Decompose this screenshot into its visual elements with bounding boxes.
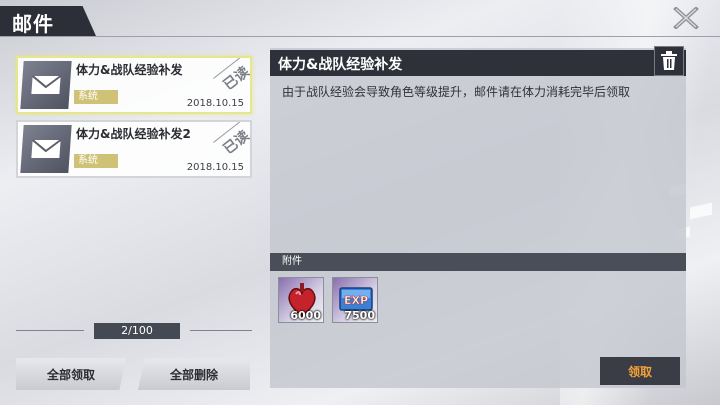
pager-divider-right bbox=[190, 330, 252, 331]
attachments-header: 附件 bbox=[270, 253, 686, 271]
attachment-count: 6000 bbox=[290, 309, 321, 322]
detail-title: 体力&战队经验补发 bbox=[278, 57, 403, 73]
delete-mail-button[interactable] bbox=[654, 46, 684, 76]
detail-title-bar: 体力&战队经验补发 bbox=[270, 50, 686, 76]
claim-button[interactable]: 领取 bbox=[600, 357, 680, 385]
svg-text:EXP: EXP bbox=[344, 294, 368, 307]
envelope-icon bbox=[20, 61, 72, 109]
mail-date: 2018.10.15 bbox=[186, 162, 244, 173]
close-x-icon bbox=[673, 7, 699, 29]
mail-body-text: 由于战队经验会导致角色等级提升，邮件请在体力消耗完毕后领取 bbox=[282, 85, 631, 99]
mail-list-item[interactable]: 体力&战队经验补发 系统 2018.10.15 已读 bbox=[16, 56, 252, 114]
attachment-item[interactable]: EXP 7500 bbox=[332, 277, 378, 323]
attachment-item[interactable]: 6000 bbox=[278, 277, 324, 323]
claim-all-button[interactable]: 全部领取 bbox=[16, 358, 126, 390]
attachment-count: 7500 bbox=[344, 309, 375, 322]
close-button[interactable] bbox=[668, 4, 704, 32]
mail-tag: 系统 bbox=[74, 154, 118, 168]
mail-list: 体力&战队经验补发 系统 2018.10.15 已读 体力&战队经验补发2 系统… bbox=[16, 56, 252, 184]
envelope-icon bbox=[20, 125, 72, 173]
background-shard bbox=[690, 202, 712, 220]
header-divider bbox=[0, 36, 720, 37]
mail-title: 体力&战队经验补发 bbox=[76, 63, 183, 77]
mail-title: 体力&战队经验补发2 bbox=[76, 127, 191, 141]
mail-detail-panel: 体力&战队经验补发 由于战队经验会导致角色等级提升，邮件请在体力消耗完毕后领取 … bbox=[270, 46, 686, 388]
delete-all-button[interactable]: 全部删除 bbox=[138, 358, 250, 390]
pager-divider-left bbox=[16, 330, 84, 331]
read-stamp: 已读 bbox=[213, 122, 250, 165]
mail-count-indicator: 2/100 bbox=[94, 323, 180, 339]
trash-icon bbox=[661, 51, 677, 70]
mail-date: 2018.10.15 bbox=[186, 98, 244, 109]
mail-list-item[interactable]: 体力&战队经验补发2 系统 2018.10.15 已读 bbox=[16, 120, 252, 178]
page-title: 邮件 bbox=[12, 12, 54, 36]
mail-tag: 系统 bbox=[74, 90, 118, 104]
read-stamp: 已读 bbox=[213, 58, 250, 101]
